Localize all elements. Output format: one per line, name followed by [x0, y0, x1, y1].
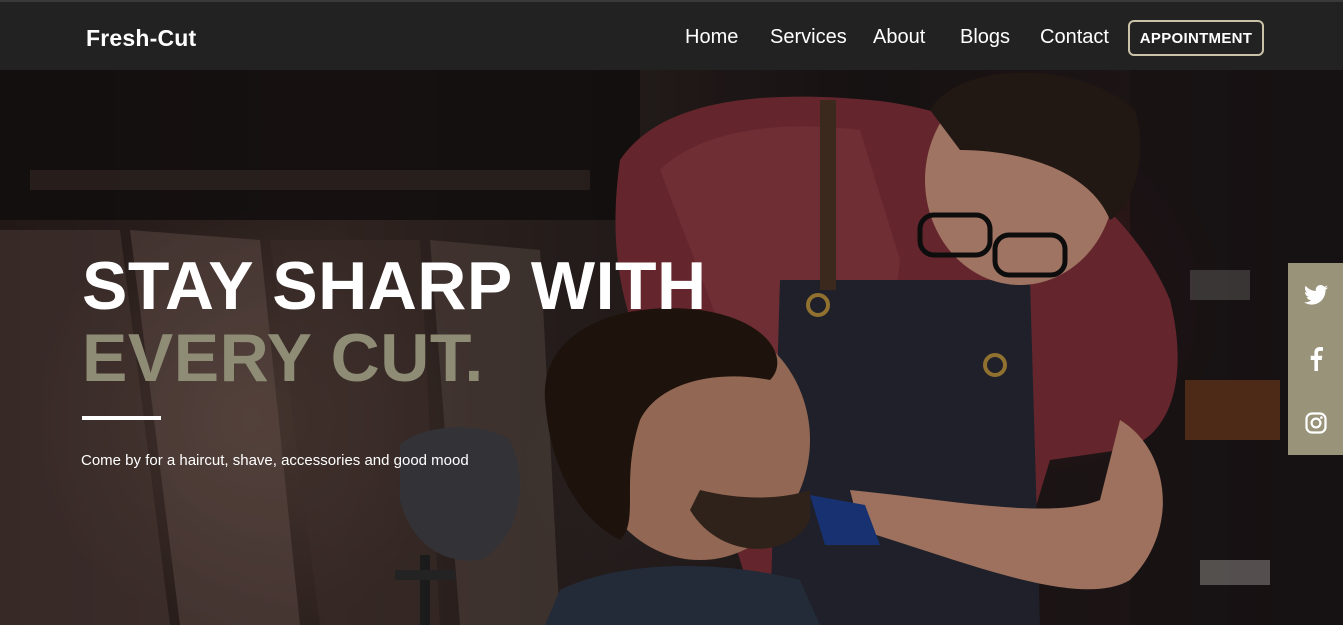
- hero-headline-line2: EVERY CUT.: [82, 320, 484, 396]
- hero-headline-line1: STAY SHARP WITH: [82, 248, 707, 324]
- nav-contact-link[interactable]: Contact: [1040, 26, 1109, 49]
- hero-tagline: Come by for a haircut, shave, accessorie…: [81, 452, 469, 469]
- instagram-icon[interactable]: [1288, 391, 1343, 455]
- nav-about-link[interactable]: About: [873, 26, 925, 49]
- appointment-button[interactable]: APPOINTMENT: [1128, 20, 1264, 56]
- facebook-icon[interactable]: [1288, 327, 1343, 391]
- page: Fresh-Cut Home Services About Blogs Cont…: [0, 0, 1343, 625]
- nav-services-link[interactable]: Services: [770, 26, 847, 49]
- social-sidebar: [1288, 263, 1343, 455]
- brand-logo[interactable]: Fresh-Cut: [86, 25, 196, 52]
- hero-divider: [82, 416, 161, 420]
- twitter-icon[interactable]: [1288, 263, 1343, 327]
- navbar: Fresh-Cut Home Services About Blogs Cont…: [0, 0, 1343, 70]
- nav-home-link[interactable]: Home: [685, 26, 738, 49]
- nav-blogs-link[interactable]: Blogs: [960, 26, 1010, 49]
